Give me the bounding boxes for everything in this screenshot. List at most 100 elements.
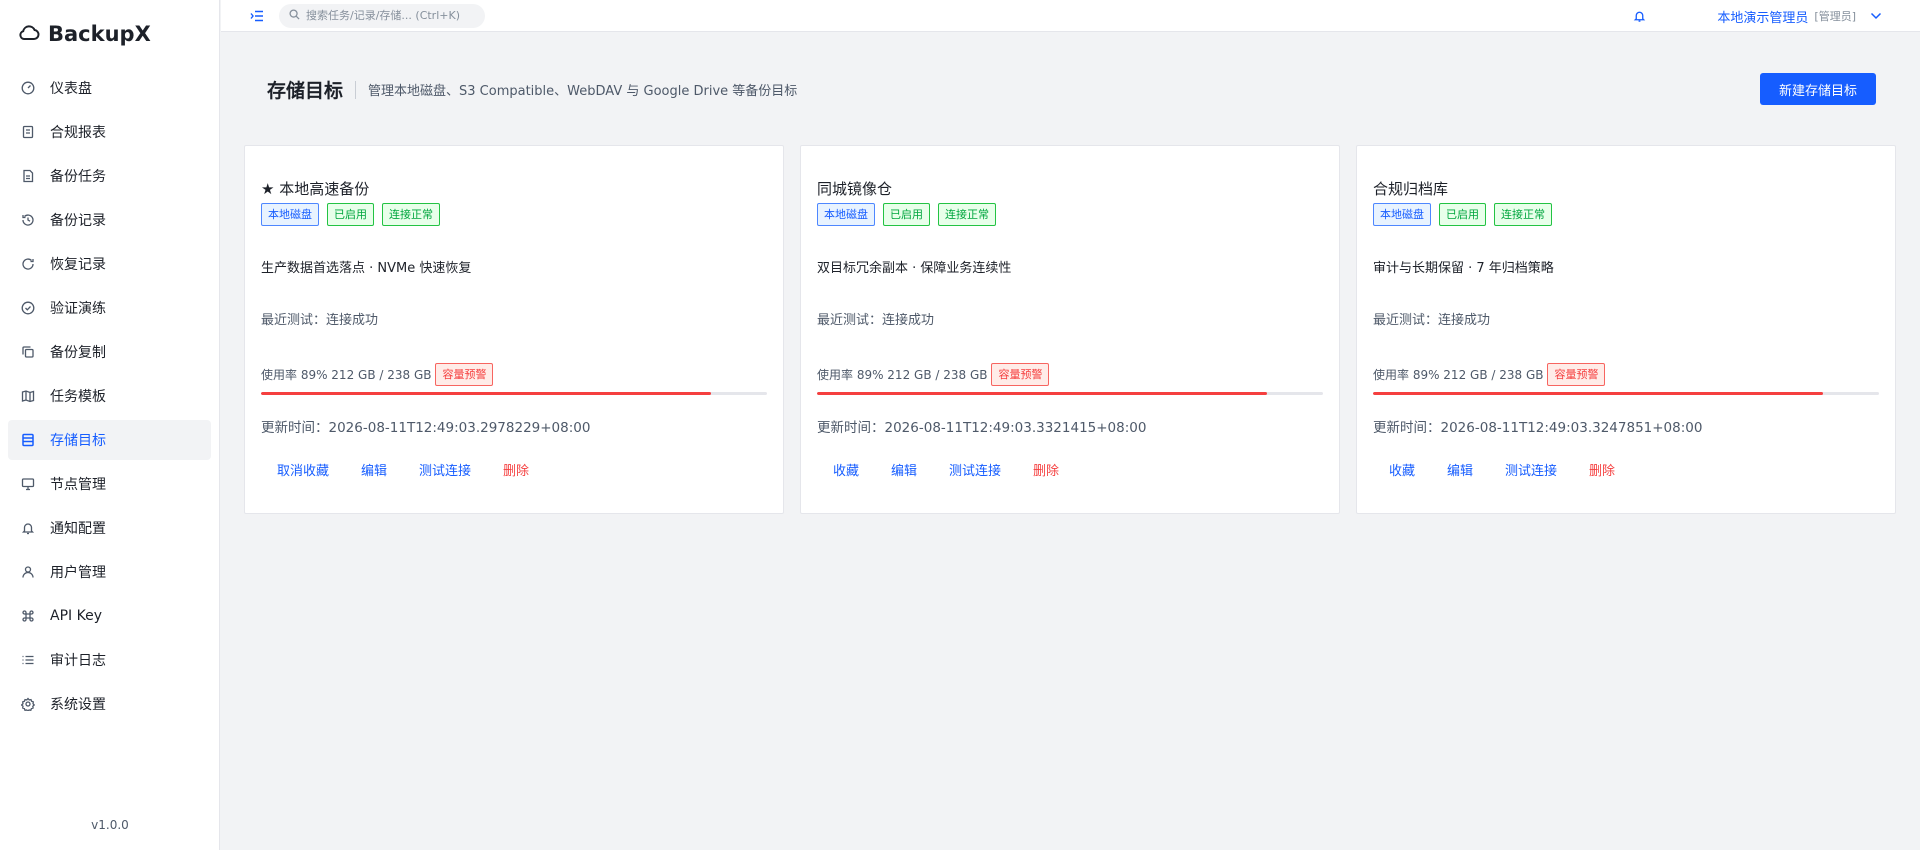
enabled-tag: 已启用 [883,203,930,226]
topbar: 本地演示管理员 [管理员] [221,0,1920,32]
cloud-icon [18,23,40,45]
edit-button[interactable]: 编辑 [1431,460,1489,479]
sidebar-item-backup-records[interactable]: 备份记录 [8,200,211,240]
search-icon [289,8,300,24]
storage-icon [20,432,36,448]
card-title: 同城镜像仓 [817,180,893,198]
connection-tag: 连接正常 [938,203,996,226]
type-tag: 本地磁盘 [817,203,875,226]
type-tag: 本地磁盘 [1373,203,1431,226]
favorite-button[interactable]: 收藏 [1373,460,1431,479]
sidebar-item-notification-config[interactable]: 通知配置 [8,508,211,548]
sidebar: BackupX 仪表盘 合规报表 备份任务 备份记录 恢复记录 验证演练 备份复… [0,0,220,850]
card-title: 合规归档库 [1373,180,1449,198]
sidebar-item-label: 用户管理 [50,565,106,581]
gear-icon [20,696,36,712]
storage-target-card: 合规归档库 本地磁盘 已启用 连接正常 审计与长期保留 · 7 年归档策略 最近… [1356,145,1896,514]
chevron-down-icon [1870,9,1884,23]
user-menu[interactable]: 本地演示管理员 [管理员] [1717,7,1884,26]
updated-time: 更新时间：2026-08-11T12:49:03.3247851+08:00 [1373,420,1703,436]
sidebar-item-backup-tasks[interactable]: 备份任务 [8,156,211,196]
type-tag: 本地磁盘 [261,203,319,226]
usage-progress-fill [261,392,712,395]
delete-button[interactable]: 删除 [1573,460,1631,479]
favorite-button[interactable]: 收藏 [817,460,875,479]
command-icon [20,608,36,624]
test-connection-button[interactable]: 测试连接 [1489,460,1573,479]
sidebar-item-label: 仪表盘 [50,81,92,97]
sidebar-item-task-templates[interactable]: 任务模板 [8,376,211,416]
dashboard-icon [20,80,36,96]
search-input[interactable] [306,9,476,22]
usage-row: 使用率 89% 212 GB / 238 GB 容量预警 [261,362,767,386]
edit-button[interactable]: 编辑 [875,460,933,479]
new-storage-target-button[interactable]: 新建存储目标 [1760,73,1876,105]
usage-progress-bar [1373,392,1879,395]
test-connection-button[interactable]: 测试连接 [403,460,487,479]
delete-button[interactable]: 删除 [1017,460,1075,479]
sidebar-item-label: 任务模板 [50,389,106,405]
usage-text: 使用率 89% 212 GB / 238 GB [817,367,988,382]
notification-bell-icon[interactable] [1631,8,1647,24]
user-role: [管理员] [1814,10,1856,23]
enabled-tag: 已启用 [327,203,374,226]
sidebar-item-label: 备份记录 [50,213,106,229]
sidebar-item-user-management[interactable]: 用户管理 [8,552,211,592]
sidebar-item-audit-log[interactable]: 审计日志 [8,640,211,680]
shield-check-icon [20,300,36,316]
history-icon [20,212,36,228]
sidebar-item-api-key[interactable]: API Key [8,596,211,636]
usage-row: 使用率 89% 212 GB / 238 GB 容量预警 [817,362,1323,386]
usage-text: 使用率 89% 212 GB / 238 GB [1373,367,1544,382]
copy-icon [20,344,36,360]
last-test-result: 最近测试：连接成功 [261,313,379,328]
list-icon [20,652,36,668]
last-test-result: 最近测试：连接成功 [1373,313,1491,328]
user-icon [20,564,36,580]
usage-text: 使用率 89% 212 GB / 238 GB [261,367,432,382]
unfavorite-button[interactable]: 取消收藏 [261,460,345,479]
sidebar-item-compliance-report[interactable]: 合规报表 [8,112,211,152]
sidebar-item-restore-records[interactable]: 恢复记录 [8,244,211,284]
brand[interactable]: BackupX [0,0,219,68]
capacity-warning-tag: 容量预警 [435,362,494,386]
page-title: 存储目标 [267,80,344,102]
card-tags: 本地磁盘 已启用 连接正常 [261,203,767,226]
monitor-icon [20,476,36,492]
template-icon [20,388,36,404]
usage-progress-fill [1373,392,1824,395]
sidebar-item-storage-targets[interactable]: 存储目标 [8,420,211,460]
sidebar-item-dashboard[interactable]: 仪表盘 [8,68,211,108]
usage-progress-bar [817,392,1323,395]
sidebar-item-label: 恢复记录 [50,257,106,273]
sidebar-item-system-settings[interactable]: 系统设置 [8,684,211,724]
card-actions: 收藏 编辑 测试连接 删除 [1373,460,1879,479]
sidebar-item-label: 备份任务 [50,169,106,185]
card-tags: 本地磁盘 已启用 连接正常 [817,203,1323,226]
card-description: 双目标冗余副本 · 保障业务连续性 [817,261,1012,276]
sidebar-item-label: 存储目标 [50,433,106,449]
updated-time: 更新时间：2026-08-11T12:49:03.3321415+08:00 [817,420,1147,436]
connection-tag: 连接正常 [382,203,440,226]
report-icon [20,124,36,140]
capacity-warning-tag: 容量预警 [991,362,1050,386]
test-connection-button[interactable]: 测试连接 [933,460,1017,479]
delete-button[interactable]: 删除 [487,460,545,479]
storage-target-card: 同城镜像仓 本地磁盘 已启用 连接正常 双目标冗余副本 · 保障业务连续性 最近… [800,145,1340,514]
card-title: ★ 本地高速备份 [261,180,370,198]
sidebar-item-backup-copy[interactable]: 备份复制 [8,332,211,372]
enabled-tag: 已启用 [1439,203,1486,226]
storage-target-card: ★ 本地高速备份 本地磁盘 已启用 连接正常 生产数据首选落点 · NVMe 快… [244,145,784,514]
task-icon [20,168,36,184]
topbar-right: 本地演示管理员 [管理员] [1631,0,1884,32]
usage-progress-bar [261,392,767,395]
sidebar-item-verify-drill[interactable]: 验证演练 [8,288,211,328]
menu-collapse-icon[interactable] [249,8,265,24]
edit-button[interactable]: 编辑 [345,460,403,479]
global-search[interactable] [279,3,485,28]
title-divider [355,80,357,99]
card-description: 审计与长期保留 · 7 年归档策略 [1373,261,1554,276]
app-version: v1.0.0 [91,818,129,832]
card-tags: 本地磁盘 已启用 连接正常 [1373,203,1879,226]
sidebar-item-node-management[interactable]: 节点管理 [8,464,211,504]
